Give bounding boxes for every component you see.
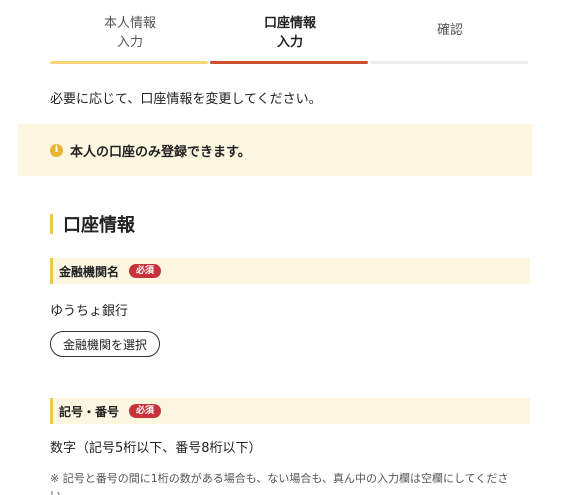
- step-confirm: 確認: [370, 0, 530, 64]
- section-accent-bar: [50, 214, 53, 234]
- step-label-line1: 口座情報: [263, 16, 316, 31]
- step-account-info: 口座情報 入力: [210, 0, 370, 64]
- required-badge: 必須: [129, 264, 162, 278]
- step-progress-bar: [50, 61, 208, 64]
- step-label-line2: 入力: [116, 35, 143, 50]
- bank-field-label: 金融機関名: [59, 264, 120, 279]
- bank-field-header: 金融機関名 必須: [50, 258, 530, 284]
- account-field-header: 記号・番号 必須: [50, 398, 530, 424]
- account-note: ※ 記号と番号の間に1桁の数がある場合も、ない場合も、真ん中の入力欄は空欄にして…: [50, 472, 509, 495]
- section-heading: 口座情報: [50, 212, 135, 236]
- step-label-line1: 本人情報: [103, 16, 156, 31]
- info-icon: i: [50, 143, 63, 157]
- required-badge: 必須: [129, 404, 162, 418]
- step-label-line1: 確認: [436, 22, 463, 38]
- progress-steps: 本人情報 入力 口座情報 入力 確認: [50, 0, 530, 64]
- section-title: 口座情報: [63, 215, 135, 236]
- select-bank-button[interactable]: 金融機関を選択: [50, 331, 161, 357]
- bank-value: ゆうちょ銀行: [50, 304, 129, 319]
- step-personal-info: 本人情報 入力: [50, 0, 210, 64]
- account-field-label: 記号・番号: [59, 404, 120, 419]
- account-format-hint: 数字（記号5桁以下、番号8桁以下）: [50, 441, 262, 456]
- notice-text: 本人の口座のみ登録できます。: [70, 144, 251, 160]
- notice-box: i 本人の口座のみ登録できます。: [18, 124, 532, 176]
- step-label-line2: 入力: [276, 35, 303, 50]
- step-progress-bar: [370, 61, 528, 64]
- step-progress-bar: [210, 61, 368, 64]
- intro-text: 必要に応じて、口座情報を変更してください。: [50, 92, 322, 107]
